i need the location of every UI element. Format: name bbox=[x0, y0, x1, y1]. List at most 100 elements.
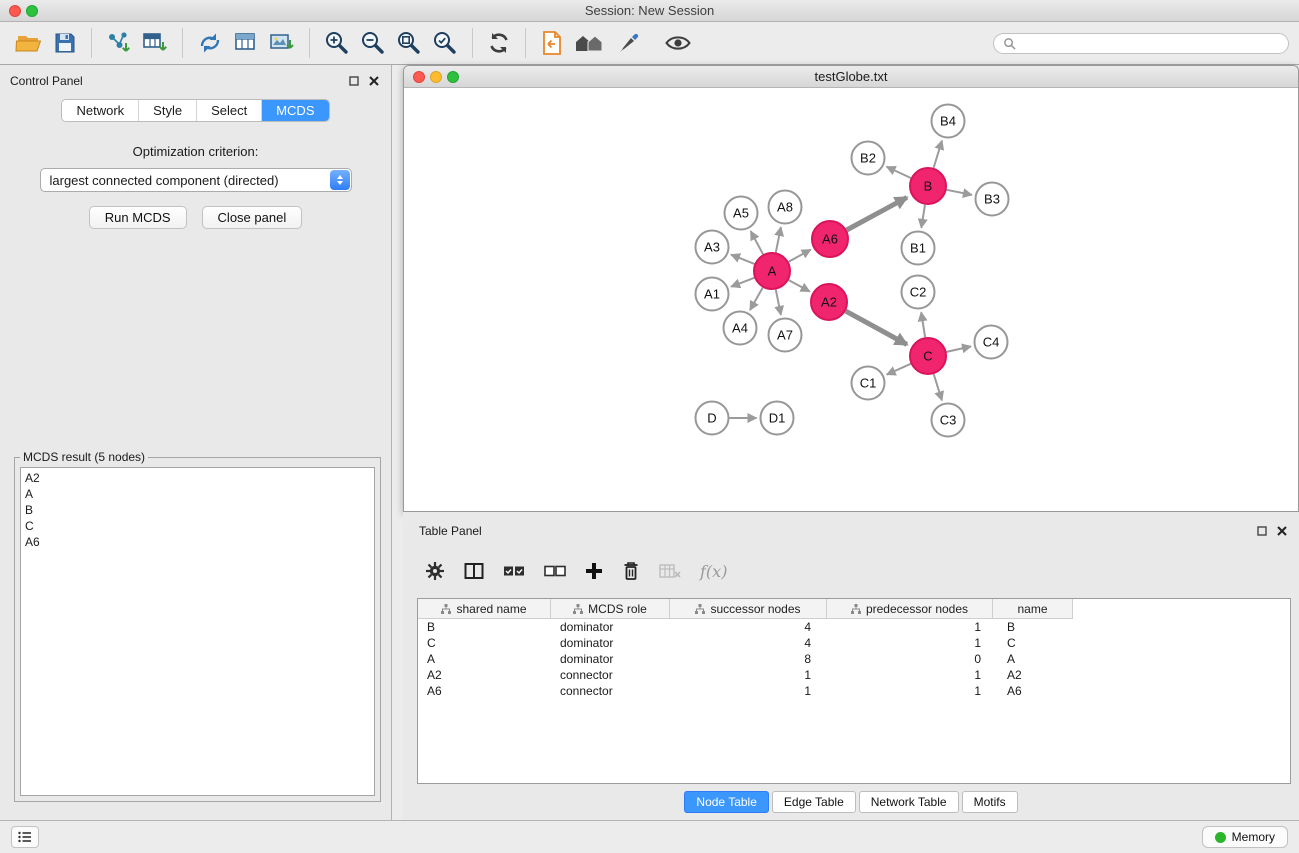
memory-button[interactable]: Memory bbox=[1202, 826, 1288, 848]
mcds-result-list[interactable]: A2 A B C A6 bbox=[20, 467, 375, 796]
graph-edge-A-A7[interactable] bbox=[776, 290, 781, 315]
graph-node-B4[interactable]: B4 bbox=[932, 105, 965, 138]
zoom-window-button[interactable] bbox=[26, 5, 38, 17]
result-item[interactable]: C bbox=[25, 518, 370, 534]
import-network-from-file-button[interactable] bbox=[101, 28, 137, 58]
tab-mcds[interactable]: MCDS bbox=[262, 100, 328, 121]
new-network-button[interactable] bbox=[192, 28, 228, 58]
column-header-predecessor-nodes[interactable]: predecessor nodes bbox=[827, 599, 993, 619]
table-settings-button[interactable] bbox=[425, 561, 445, 581]
graph-node-C2[interactable]: C2 bbox=[902, 276, 935, 309]
zoom-in-button[interactable] bbox=[319, 28, 355, 58]
close-panel-icon[interactable] bbox=[369, 76, 379, 86]
show-panels-button[interactable] bbox=[11, 826, 39, 848]
zoom-fit-button[interactable] bbox=[391, 28, 427, 58]
close-panel-button[interactable]: Close panel bbox=[202, 206, 303, 229]
graph-node-B[interactable]: B bbox=[910, 168, 946, 204]
create-column-button[interactable] bbox=[585, 562, 603, 580]
search-input[interactable] bbox=[1021, 36, 1279, 50]
new-network-table-button[interactable] bbox=[228, 28, 264, 58]
network-canvas[interactable]: B4B2BB3A5A8A6A3B1AC2A1A2A4A7C4CC1DD1C3 bbox=[404, 88, 1298, 511]
graph-edge-B-B3[interactable] bbox=[947, 190, 972, 195]
graph-node-A4[interactable]: A4 bbox=[724, 312, 757, 345]
zoom-out-button[interactable] bbox=[355, 28, 391, 58]
show-graphics-details-button[interactable] bbox=[659, 30, 697, 56]
tab-motifs[interactable]: Motifs bbox=[962, 791, 1018, 813]
graph-node-A5[interactable]: A5 bbox=[725, 197, 758, 230]
graph-edge-A-A2[interactable] bbox=[789, 280, 810, 291]
graph-node-A[interactable]: A bbox=[754, 253, 790, 289]
graph-node-A7[interactable]: A7 bbox=[769, 319, 802, 352]
select-all-rows-button[interactable] bbox=[503, 564, 525, 578]
graph-node-A8[interactable]: A8 bbox=[769, 191, 802, 224]
tab-style[interactable]: Style bbox=[139, 100, 197, 121]
criterion-dropdown[interactable]: largest connected component (directed) bbox=[40, 168, 352, 192]
graph-node-A6[interactable]: A6 bbox=[812, 221, 848, 257]
show-column-button[interactable] bbox=[464, 562, 484, 580]
graph-node-C1[interactable]: C1 bbox=[852, 367, 885, 400]
tab-edge-table[interactable]: Edge Table bbox=[772, 791, 856, 813]
table-row[interactable]: C dominator 4 1 C bbox=[418, 635, 1290, 651]
graph-edge-A2-C[interactable] bbox=[846, 311, 907, 344]
tab-select[interactable]: Select bbox=[197, 100, 262, 121]
table-row[interactable]: A6 connector 1 1 A6 bbox=[418, 683, 1290, 699]
graph-edge-B-B4[interactable] bbox=[934, 141, 942, 168]
graph-edge-A-A1[interactable] bbox=[731, 278, 754, 287]
table-row[interactable]: A2 connector 1 1 A2 bbox=[418, 667, 1290, 683]
graph-edge-C-C2[interactable] bbox=[921, 312, 925, 337]
deselect-all-rows-button[interactable] bbox=[544, 564, 566, 578]
graph-node-A1[interactable]: A1 bbox=[696, 278, 729, 311]
column-header-shared-name[interactable]: shared name bbox=[418, 599, 551, 619]
table-row[interactable]: A dominator 8 0 A bbox=[418, 651, 1290, 667]
result-item[interactable]: A2 bbox=[25, 470, 370, 486]
graph-node-C4[interactable]: C4 bbox=[975, 326, 1008, 359]
result-item[interactable]: B bbox=[25, 502, 370, 518]
graph-edge-A-A6[interactable] bbox=[789, 250, 811, 262]
graph-edge-A-A3[interactable] bbox=[731, 255, 754, 264]
tab-node-table[interactable]: Node Table bbox=[684, 791, 769, 813]
graph-edge-A-A8[interactable] bbox=[776, 227, 781, 252]
graph-edge-A6-B[interactable] bbox=[847, 197, 907, 230]
graph-node-D1[interactable]: D1 bbox=[761, 402, 794, 435]
graph-node-C3[interactable]: C3 bbox=[932, 404, 965, 437]
graph-edge-C-C3[interactable] bbox=[934, 374, 942, 400]
run-mcds-button[interactable]: Run MCDS bbox=[89, 206, 187, 229]
home-gallery-button[interactable] bbox=[569, 29, 609, 57]
column-header-successor-nodes[interactable]: successor nodes bbox=[670, 599, 827, 619]
graph-edge-A-A4[interactable] bbox=[750, 288, 763, 311]
delete-column-button[interactable] bbox=[622, 561, 640, 581]
graph-edge-A-A5[interactable] bbox=[751, 231, 763, 254]
float-panel-icon[interactable] bbox=[349, 76, 359, 86]
zoom-selected-button[interactable] bbox=[427, 28, 463, 58]
close-panel-icon[interactable] bbox=[1277, 526, 1287, 536]
function-builder-button[interactable]: f(x) bbox=[700, 562, 727, 581]
result-item[interactable]: A6 bbox=[25, 534, 370, 550]
close-window-button[interactable] bbox=[9, 5, 21, 17]
delete-table-button[interactable] bbox=[659, 563, 681, 579]
graph-node-B1[interactable]: B1 bbox=[902, 232, 935, 265]
open-session-button[interactable] bbox=[10, 29, 48, 57]
search-field[interactable] bbox=[993, 33, 1289, 54]
column-header-mcds-role[interactable]: MCDS role bbox=[551, 599, 670, 619]
open-session-file-button[interactable] bbox=[535, 28, 569, 58]
network-minimize-button[interactable] bbox=[430, 71, 442, 83]
float-panel-icon[interactable] bbox=[1257, 526, 1267, 536]
graph-edge-C-C1[interactable] bbox=[887, 364, 911, 375]
graph-node-A2[interactable]: A2 bbox=[811, 284, 847, 320]
save-session-button[interactable] bbox=[48, 29, 82, 57]
network-close-button[interactable] bbox=[413, 71, 425, 83]
network-zoom-button[interactable] bbox=[447, 71, 459, 83]
export-image-button[interactable] bbox=[264, 28, 300, 58]
tab-network-table[interactable]: Network Table bbox=[859, 791, 959, 813]
result-item[interactable]: A bbox=[25, 486, 370, 502]
graph-node-D[interactable]: D bbox=[696, 402, 729, 435]
style-brush-button[interactable] bbox=[609, 29, 645, 57]
graph-edge-C-C4[interactable] bbox=[947, 346, 972, 352]
import-table-from-file-button[interactable] bbox=[137, 28, 173, 58]
graph-node-C[interactable]: C bbox=[910, 338, 946, 374]
network-graph[interactable]: B4B2BB3A5A8A6A3B1AC2A1A2A4A7C4CC1DD1C3 bbox=[404, 88, 1298, 511]
apply-layout-button[interactable] bbox=[482, 29, 516, 57]
graph-edge-B-B2[interactable] bbox=[887, 167, 911, 178]
graph-node-B2[interactable]: B2 bbox=[852, 142, 885, 175]
column-header-name[interactable]: name bbox=[993, 599, 1073, 619]
